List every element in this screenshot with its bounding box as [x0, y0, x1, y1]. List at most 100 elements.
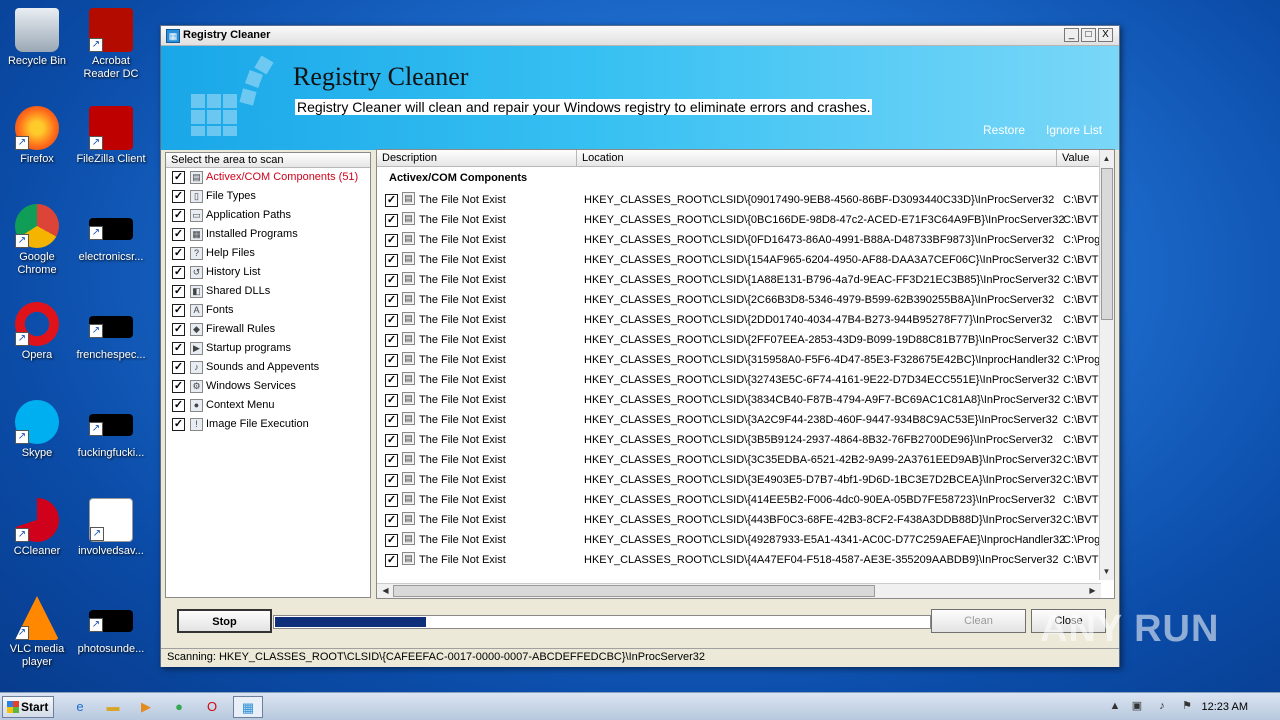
result-checkbox[interactable]: ✓ — [385, 234, 398, 247]
desktop-icon[interactable]: ↗ frenchespec... — [76, 302, 146, 362]
result-row[interactable]: ✓ ▤ The File Not Exist HKEY_CLASSES_ROOT\CL… — [377, 230, 1101, 250]
result-checkbox[interactable]: ✓ — [385, 354, 398, 367]
result-row[interactable]: ✓ ▤ The File Not Exist HKEY_CLASSES_ROOT\CL… — [377, 190, 1101, 210]
chrome-taskbar-icon[interactable]: ● — [167, 696, 191, 718]
show-hidden-icons-icon[interactable]: ▲ — [1108, 699, 1122, 713]
result-checkbox[interactable]: ✓ — [385, 434, 398, 447]
result-row[interactable]: ✓ ▤ The File Not Exist HKEY_CLASSES_ROOT\CL… — [377, 290, 1101, 310]
start-button[interactable]: Start — [2, 696, 54, 718]
category-item[interactable]: ✓ ⚙ Windows Services — [166, 377, 370, 396]
category-checkbox[interactable]: ✓ — [172, 171, 185, 184]
result-row[interactable]: ✓ ▤ The File Not Exist HKEY_CLASSES_ROOT\CL… — [377, 210, 1101, 230]
vertical-scroll-thumb[interactable] — [1101, 168, 1113, 320]
column-header-value[interactable]: Value — [1057, 150, 1101, 167]
desktop-icon[interactable]: ↗ FileZilla Client — [76, 106, 146, 166]
network-tray-icon[interactable]: ▣ — [1130, 699, 1144, 713]
result-row[interactable]: ✓ ▤ The File Not Exist HKEY_CLASSES_ROOT\CL… — [377, 330, 1101, 350]
result-row[interactable]: ✓ ▤ The File Not Exist HKEY_CLASSES_ROOT\CL… — [377, 430, 1101, 450]
column-header-location[interactable]: Location — [577, 150, 1057, 167]
category-item[interactable]: ✓ ▯ File Types — [166, 187, 370, 206]
results-vertical-scrollbar[interactable]: ▲ ▼ — [1099, 150, 1114, 580]
opera-taskbar-icon[interactable]: O — [200, 696, 224, 718]
horizontal-scroll-thumb[interactable] — [393, 585, 875, 597]
category-checkbox[interactable]: ✓ — [172, 190, 185, 203]
result-checkbox[interactable]: ✓ — [385, 494, 398, 507]
result-row[interactable]: ✓ ▤ The File Not Exist HKEY_CLASSES_ROOT\CL… — [377, 250, 1101, 270]
category-item[interactable]: ✓ A Fonts — [166, 301, 370, 320]
category-checkbox[interactable]: ✓ — [172, 418, 185, 431]
result-checkbox[interactable]: ✓ — [385, 374, 398, 387]
desktop-icon[interactable]: Recycle Bin — [2, 8, 72, 68]
stop-button[interactable]: Stop — [177, 609, 272, 633]
category-checkbox[interactable]: ✓ — [172, 399, 185, 412]
close-window-button[interactable]: X — [1098, 28, 1113, 42]
taskbar-clock[interactable]: 12:23 AM — [1202, 701, 1248, 713]
category-item[interactable]: ✓ ◆ Firewall Rules — [166, 320, 370, 339]
result-row[interactable]: ✓ ▤ The File Not Exist HKEY_CLASSES_ROOT\CL… — [377, 270, 1101, 290]
restore-link[interactable]: Restore — [983, 123, 1025, 137]
result-checkbox[interactable]: ✓ — [385, 474, 398, 487]
ignore-list-link[interactable]: Ignore List — [1046, 123, 1102, 137]
category-item[interactable]: ✓ ▭ Application Paths — [166, 206, 370, 225]
result-checkbox[interactable]: ✓ — [385, 294, 398, 307]
result-row[interactable]: ✓ ▤ The File Not Exist HKEY_CLASSES_ROOT\CL… — [377, 310, 1101, 330]
scroll-up-icon[interactable]: ▲ — [1100, 152, 1113, 165]
result-row[interactable]: ✓ ▤ The File Not Exist HKEY_CLASSES_ROOT\CL… — [377, 410, 1101, 430]
result-row[interactable]: ✓ ▤ The File Not Exist HKEY_CLASSES_ROOT\CL… — [377, 370, 1101, 390]
desktop-icon[interactable]: ↗ Acrobat Reader DC — [76, 8, 146, 81]
result-row[interactable]: ✓ ▤ The File Not Exist HKEY_CLASSES_ROOT\CL… — [377, 490, 1101, 510]
result-row[interactable]: ✓ ▤ The File Not Exist HKEY_CLASSES_ROOT\CL… — [377, 530, 1101, 550]
desktop-icon[interactable]: ↗ fuckingfucki... — [76, 400, 146, 460]
scroll-left-icon[interactable]: ◀ — [379, 584, 392, 597]
category-checkbox[interactable]: ✓ — [172, 285, 185, 298]
category-item[interactable]: ✓ ▦ Installed Programs — [166, 225, 370, 244]
scroll-down-icon[interactable]: ▼ — [1100, 565, 1113, 578]
registry-cleaner-taskbar-icon[interactable]: ▦ — [233, 696, 263, 718]
result-checkbox[interactable]: ✓ — [385, 514, 398, 527]
desktop-icon[interactable]: ↗ Firefox — [2, 106, 72, 166]
category-item[interactable]: ✓ ● Context Menu — [166, 396, 370, 415]
result-checkbox[interactable]: ✓ — [385, 414, 398, 427]
result-checkbox[interactable]: ✓ — [385, 254, 398, 267]
desktop-icon[interactable]: ↗ VLC media player — [2, 596, 72, 669]
category-item[interactable]: ✓? Help Files — [166, 244, 370, 263]
desktop-icon[interactable]: ↗ CCleaner — [2, 498, 72, 558]
category-checkbox[interactable]: ✓ — [172, 323, 185, 336]
result-checkbox[interactable]: ✓ — [385, 194, 398, 207]
result-checkbox[interactable]: ✓ — [385, 214, 398, 227]
result-row[interactable]: ✓ ▤ The File Not Exist HKEY_CLASSES_ROOT\CL… — [377, 550, 1101, 570]
results-horizontal-scrollbar[interactable]: ◀ ▶ — [377, 583, 1101, 598]
result-checkbox[interactable]: ✓ — [385, 534, 398, 547]
category-checkbox[interactable]: ✓ — [172, 380, 185, 393]
result-checkbox[interactable]: ✓ — [385, 394, 398, 407]
result-checkbox[interactable]: ✓ — [385, 334, 398, 347]
column-header-description[interactable]: Description — [377, 150, 577, 167]
desktop-icon[interactable]: ↗ electronicsr... — [76, 204, 146, 264]
category-item[interactable]: ✓ ▤ Activex/COM Components (51) — [166, 168, 370, 187]
category-item[interactable]: ✓ ↺ History List — [166, 263, 370, 282]
category-item[interactable]: ✓! Image File Execution — [166, 415, 370, 434]
category-checkbox[interactable]: ✓ — [172, 247, 185, 260]
category-checkbox[interactable]: ✓ — [172, 361, 185, 374]
media-player-taskbar-icon[interactable]: ▶ — [134, 696, 158, 718]
explorer-taskbar-icon[interactable]: ▬ — [101, 696, 125, 718]
category-checkbox[interactable]: ✓ — [172, 304, 185, 317]
category-checkbox[interactable]: ✓ — [172, 209, 185, 222]
result-row[interactable]: ✓ ▤ The File Not Exist HKEY_CLASSES_ROOT\CL… — [377, 450, 1101, 470]
result-checkbox[interactable]: ✓ — [385, 554, 398, 567]
result-row[interactable]: ✓ ▤ The File Not Exist HKEY_CLASSES_ROOT\CL… — [377, 510, 1101, 530]
desktop-icon[interactable]: ↗ involvedsav... — [76, 498, 146, 558]
result-checkbox[interactable]: ✓ — [385, 454, 398, 467]
desktop-icon[interactable]: ↗ photosunde... — [76, 596, 146, 656]
category-item[interactable]: ✓ ♪ Sounds and Appevents — [166, 358, 370, 377]
category-checkbox[interactable]: ✓ — [172, 228, 185, 241]
desktop-icon[interactable]: ↗ Google Chrome — [2, 204, 72, 277]
minimize-button[interactable]: _ — [1064, 28, 1079, 42]
desktop-icon[interactable]: ↗ Skype — [2, 400, 72, 460]
category-item[interactable]: ✓ ▶ Startup programs — [166, 339, 370, 358]
clean-button[interactable]: Clean — [931, 609, 1026, 633]
result-checkbox[interactable]: ✓ — [385, 314, 398, 327]
category-checkbox[interactable]: ✓ — [172, 266, 185, 279]
volume-tray-icon[interactable]: ♪ — [1155, 699, 1169, 713]
desktop-icon[interactable]: ↗ Opera — [2, 302, 72, 362]
